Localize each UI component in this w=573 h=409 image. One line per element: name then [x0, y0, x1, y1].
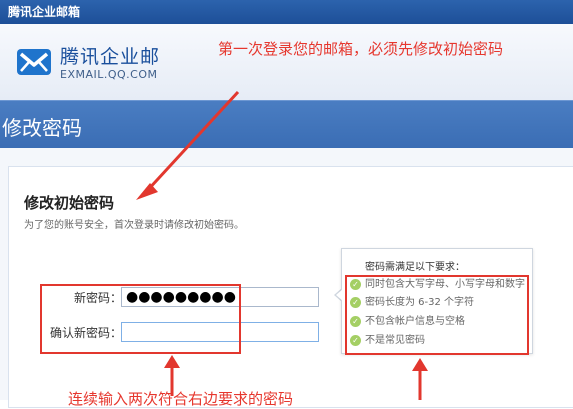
tooltip-pointer-inner — [336, 289, 343, 301]
header-logo-area: 腾讯企业邮 EXMAIL.QQ.COM — [0, 24, 573, 100]
page-header-band: 修改密码 — [0, 100, 573, 149]
logo-name-en: EXMAIL.QQ.COM — [60, 68, 158, 81]
requirements-title: 密码需满足以下要求： — [365, 262, 465, 273]
section-title: 修改初始密码 — [24, 194, 115, 212]
requirements-highlight-box — [345, 275, 529, 355]
window-title-bar: 腾讯企业邮箱 — [0, 0, 573, 24]
annotation-enter-twice: 连续输入两次符合右边要求的密码 — [68, 390, 294, 408]
logo-name-cn: 腾讯企业邮 — [60, 46, 161, 68]
annotation-first-login: 第一次登录您的邮箱，必须先修改初始密码 — [218, 40, 504, 58]
form-highlight-box — [40, 284, 241, 354]
mail-logo-icon — [17, 49, 51, 75]
section-description: 为了您的账号安全，首次登录时请修改初始密码。 — [24, 220, 244, 231]
window-title: 腾讯企业邮箱 — [8, 5, 81, 19]
page-title: 修改密码 — [2, 116, 82, 140]
